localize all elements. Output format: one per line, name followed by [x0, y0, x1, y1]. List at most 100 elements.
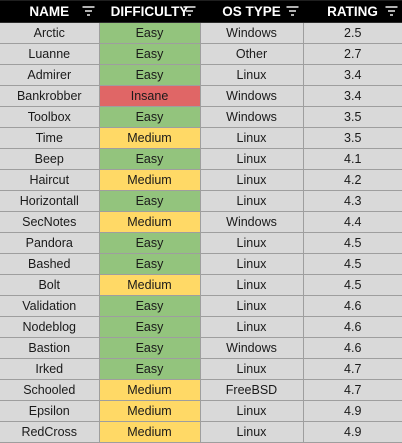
- cell-rating[interactable]: 2.5: [302, 22, 402, 44]
- table-row: Bashed Easy Linux 4.5: [0, 253, 402, 275]
- cell-rating[interactable]: 4.4: [302, 211, 402, 233]
- cell-name[interactable]: Bolt: [0, 274, 100, 296]
- cell-difficulty[interactable]: Medium: [98, 379, 201, 401]
- cell-rating[interactable]: 4.6: [302, 337, 402, 359]
- cell-name[interactable]: Luanne: [0, 43, 100, 65]
- cell-os-type[interactable]: Linux: [199, 232, 304, 254]
- cell-difficulty[interactable]: Easy: [98, 295, 201, 317]
- cell-rating[interactable]: 4.6: [302, 316, 402, 338]
- cell-os-type[interactable]: Windows: [199, 85, 304, 107]
- cell-rating[interactable]: 4.9: [302, 421, 402, 443]
- cell-rating[interactable]: 4.3: [302, 190, 402, 212]
- cell-rating[interactable]: 4.6: [302, 295, 402, 317]
- filter-icon[interactable]: [385, 5, 398, 17]
- cell-name[interactable]: Schooled: [0, 379, 100, 401]
- cell-name[interactable]: Admirer: [0, 64, 100, 86]
- cell-difficulty[interactable]: Easy: [98, 106, 201, 128]
- cell-name[interactable]: Bankrobber: [0, 85, 100, 107]
- cell-rating[interactable]: 4.5: [302, 274, 402, 296]
- column-header-os-type[interactable]: OS TYPE: [200, 1, 304, 23]
- cell-name[interactable]: Toolbox: [0, 106, 100, 128]
- table-row: SecNotes Medium Windows 4.4: [0, 211, 402, 233]
- cell-difficulty[interactable]: Easy: [98, 64, 201, 86]
- cell-name[interactable]: Pandora: [0, 232, 100, 254]
- cell-os-type[interactable]: Windows: [199, 106, 304, 128]
- cell-rating[interactable]: 4.5: [302, 253, 402, 275]
- cell-rating[interactable]: 4.5: [302, 232, 402, 254]
- cell-difficulty[interactable]: Medium: [98, 421, 201, 443]
- cell-os-type[interactable]: Linux: [199, 358, 304, 380]
- cell-name[interactable]: Irked: [0, 358, 100, 380]
- cell-difficulty[interactable]: Easy: [98, 316, 201, 338]
- table-row: Validation Easy Linux 4.6: [0, 295, 402, 317]
- cell-difficulty[interactable]: Insane: [98, 85, 201, 107]
- column-header-label: OS TYPE: [222, 4, 281, 19]
- cell-difficulty[interactable]: Easy: [98, 232, 201, 254]
- cell-rating[interactable]: 4.7: [302, 358, 402, 380]
- cell-rating[interactable]: 4.2: [302, 169, 402, 191]
- cell-rating[interactable]: 3.5: [302, 106, 402, 128]
- cell-difficulty[interactable]: Medium: [98, 169, 201, 191]
- cell-name[interactable]: Beep: [0, 148, 100, 170]
- cell-rating[interactable]: 4.7: [302, 379, 402, 401]
- cell-name[interactable]: Horizontall: [0, 190, 100, 212]
- cell-os-type[interactable]: Other: [199, 43, 304, 65]
- cell-difficulty[interactable]: Easy: [98, 43, 201, 65]
- cell-name[interactable]: Bashed: [0, 253, 100, 275]
- cell-name[interactable]: Epsilon: [0, 400, 100, 422]
- cell-rating[interactable]: 3.4: [302, 85, 402, 107]
- cell-os-type[interactable]: Linux: [199, 253, 304, 275]
- table-row: Bankrobber Insane Windows 3.4: [0, 85, 402, 107]
- machines-table: NAME DIFFICULTY OS TYPE RATING Arctic Ea…: [0, 1, 402, 443]
- cell-name[interactable]: Nodeblog: [0, 316, 100, 338]
- cell-os-type[interactable]: Linux: [199, 190, 304, 212]
- cell-difficulty[interactable]: Easy: [98, 337, 201, 359]
- cell-name[interactable]: Time: [0, 127, 100, 149]
- cell-name[interactable]: RedCross: [0, 421, 100, 443]
- cell-os-type[interactable]: Linux: [199, 421, 304, 443]
- table-row: Arctic Easy Windows 2.5: [0, 22, 402, 44]
- cell-name[interactable]: Validation: [0, 295, 100, 317]
- cell-name[interactable]: SecNotes: [0, 211, 100, 233]
- cell-rating[interactable]: 4.1: [302, 148, 402, 170]
- cell-os-type[interactable]: Windows: [199, 211, 304, 233]
- cell-os-type[interactable]: Windows: [199, 337, 304, 359]
- cell-difficulty[interactable]: Medium: [98, 274, 201, 296]
- column-header-label: DIFFICULTY: [110, 4, 189, 19]
- table-row: Haircut Medium Linux 4.2: [0, 169, 402, 191]
- cell-rating[interactable]: 4.9: [302, 400, 402, 422]
- table-row: Beep Easy Linux 4.1: [0, 148, 402, 170]
- filter-icon[interactable]: [286, 5, 299, 17]
- cell-os-type[interactable]: Linux: [199, 148, 304, 170]
- cell-name[interactable]: Arctic: [0, 22, 100, 44]
- column-header-rating[interactable]: RATING: [303, 1, 402, 23]
- cell-os-type[interactable]: FreeBSD: [199, 379, 304, 401]
- table-row: Bastion Easy Windows 4.6: [0, 337, 402, 359]
- cell-difficulty[interactable]: Easy: [98, 358, 201, 380]
- filter-icon[interactable]: [183, 5, 196, 17]
- cell-name[interactable]: Bastion: [0, 337, 100, 359]
- cell-difficulty[interactable]: Easy: [98, 253, 201, 275]
- cell-name[interactable]: Haircut: [0, 169, 100, 191]
- cell-rating[interactable]: 3.4: [302, 64, 402, 86]
- cell-difficulty[interactable]: Easy: [98, 190, 201, 212]
- cell-difficulty[interactable]: Medium: [98, 127, 201, 149]
- cell-rating[interactable]: 3.5: [302, 127, 402, 149]
- table-row: Horizontall Easy Linux 4.3: [0, 190, 402, 212]
- cell-os-type[interactable]: Linux: [199, 169, 304, 191]
- cell-os-type[interactable]: Linux: [199, 274, 304, 296]
- cell-difficulty[interactable]: Medium: [98, 400, 201, 422]
- cell-os-type[interactable]: Linux: [199, 127, 304, 149]
- cell-difficulty[interactable]: Easy: [98, 148, 201, 170]
- cell-os-type[interactable]: Linux: [199, 295, 304, 317]
- filter-icon[interactable]: [82, 5, 95, 17]
- column-header-name[interactable]: NAME: [0, 1, 100, 23]
- cell-difficulty[interactable]: Easy: [98, 22, 201, 44]
- cell-os-type[interactable]: Linux: [199, 64, 304, 86]
- cell-difficulty[interactable]: Medium: [98, 211, 201, 233]
- cell-os-type[interactable]: Windows: [199, 22, 304, 44]
- cell-rating[interactable]: 2.7: [302, 43, 402, 65]
- column-header-difficulty[interactable]: DIFFICULTY: [99, 1, 201, 23]
- cell-os-type[interactable]: Linux: [199, 316, 304, 338]
- cell-os-type[interactable]: Linux: [199, 400, 304, 422]
